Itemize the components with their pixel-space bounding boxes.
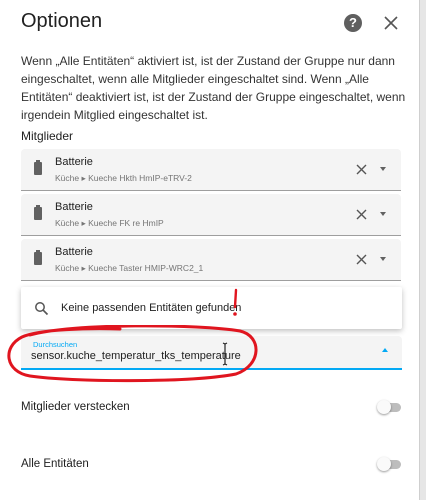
chevron-down-icon[interactable] [380,257,386,261]
member-area: Küche [55,173,80,183]
member-card[interactable]: Batterie Küche ▸ Kueche Hkth HmIP-eTRV-2 [21,149,401,191]
member-name: Batterie [55,201,93,213]
hide-members-toggle[interactable] [377,400,402,414]
member-name: Batterie [55,156,93,168]
no-results-text: Keine passenden Entitäten gefunden [61,302,242,314]
search-results-dropdown: Keine passenden Entitäten gefunden [21,287,402,329]
path-separator: ▸ [81,263,86,273]
close-icon[interactable] [380,12,402,34]
exclamation-annotation [233,288,238,316]
dialog-title: Optionen [21,10,103,32]
member-card[interactable]: Batterie Küche ▸ Kueche Taster HMIP-WRC2… [21,239,401,281]
clear-icon[interactable] [354,207,369,222]
path-separator: ▸ [81,218,86,228]
member-path: Küche ▸ Kueche Hkth HmIP-eTRV-2 [55,173,192,184]
help-icon[interactable]: ? [344,14,362,32]
entity-search-field[interactable]: Durchsuchen [21,336,402,370]
member-card[interactable]: Batterie Küche ▸ Kueche FK re HmIP [21,194,401,236]
page-edge [420,0,426,500]
clear-icon[interactable] [354,162,369,177]
members-label: Mitglieder [21,129,74,143]
member-path: Küche ▸ Kueche Taster HMIP-WRC2_1 [55,263,203,274]
battery-icon [34,205,42,220]
member-device: Kueche Taster HMIP-WRC2_1 [88,263,204,273]
member-area: Küche [55,218,80,228]
path-separator: ▸ [81,173,86,183]
entity-search-input[interactable] [31,348,241,364]
all-entities-label: Alle Entitäten [21,458,89,470]
chevron-up-icon[interactable] [382,348,388,352]
page-edge-line [419,0,420,500]
battery-icon [34,160,42,175]
member-area: Küche [55,263,80,273]
all-entities-toggle[interactable] [377,457,402,471]
hide-members-label: Mitglieder verstecken [21,401,130,413]
member-device: Kueche Hkth HmIP-eTRV-2 [88,173,192,183]
battery-icon [34,250,42,265]
member-device: Kueche FK re HmIP [88,218,164,228]
search-icon [35,302,49,316]
member-name: Batterie [55,246,93,258]
member-path: Küche ▸ Kueche FK re HmIP [55,218,164,229]
text-cursor-icon [222,342,228,366]
chevron-down-icon[interactable] [380,212,386,216]
chevron-down-icon[interactable] [380,167,386,171]
clear-icon[interactable] [354,252,369,267]
dialog-description: Wenn „Alle Entitäten“ aktiviert ist, ist… [21,54,406,122]
